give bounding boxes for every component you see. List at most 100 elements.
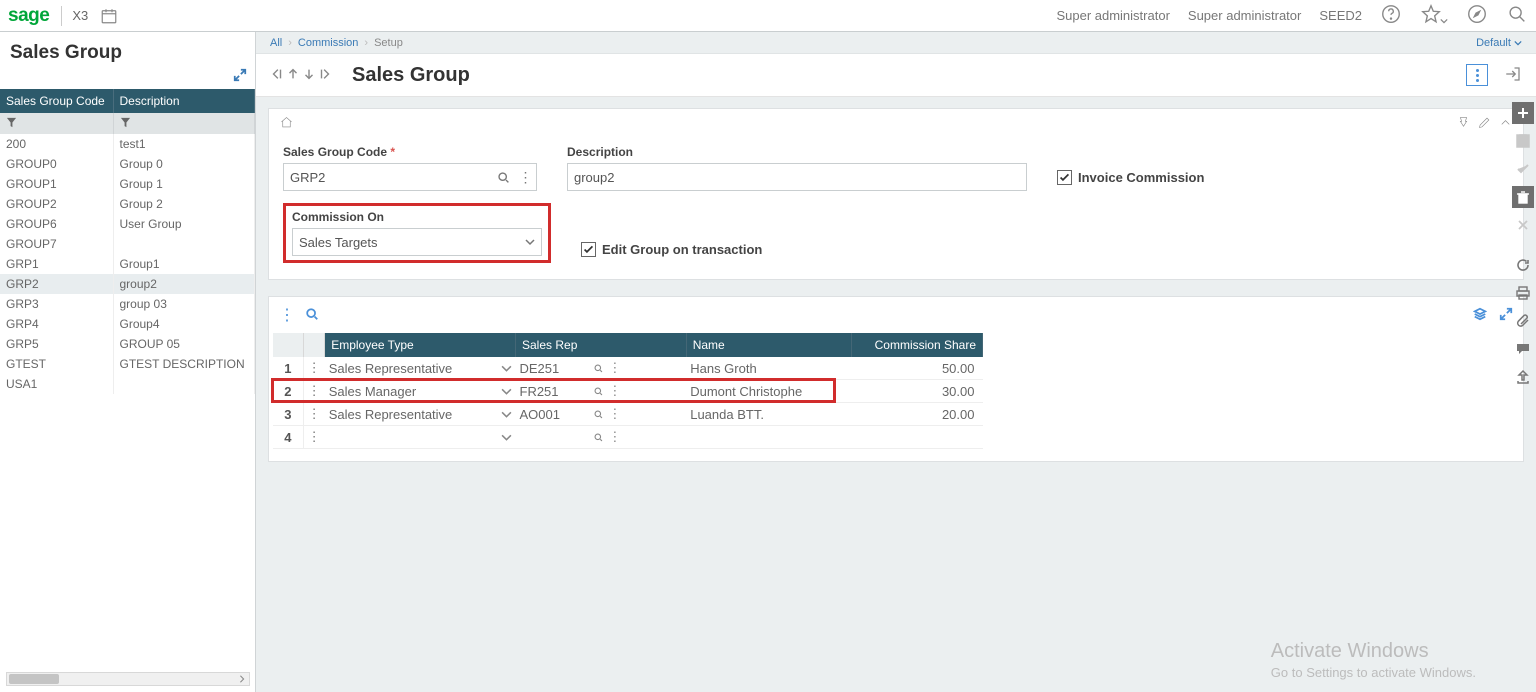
list-item[interactable]: GROUP7 [0, 234, 255, 254]
dock-delete-button[interactable] [1512, 186, 1534, 208]
crumb-setup: Setup [374, 37, 403, 49]
list-item[interactable]: GROUP6User Group [0, 214, 255, 234]
checkbox-icon[interactable] [581, 242, 596, 257]
dock-check-button [1512, 158, 1534, 180]
chevron-right-icon: › [288, 37, 292, 49]
page-title: Sales Group [352, 64, 470, 87]
col-share[interactable]: Commission Share [852, 333, 983, 357]
checkbox-icon[interactable] [1057, 170, 1072, 185]
topbar-right: Super administrator Super administrator … [1056, 3, 1528, 28]
left-panel: Sales Group Sales Group Code Description… [0, 32, 256, 692]
left-header-desc[interactable]: Description [113, 89, 255, 113]
close-icon[interactable] [1504, 65, 1522, 86]
description-field[interactable] [568, 170, 1026, 185]
dock-refresh-button[interactable] [1512, 254, 1534, 276]
dock-share-button[interactable] [1512, 366, 1534, 388]
row-menu-icon[interactable]: ⋮ [303, 380, 325, 403]
expand-icon[interactable] [233, 68, 247, 85]
list-item[interactable]: GTESTGTEST DESCRIPTION [0, 354, 255, 374]
table-row[interactable]: 3⋮Sales RepresentativeAO001⋮Luanda BTT.2… [273, 403, 983, 426]
windows-watermark: Activate Windows Go to Settings to activ… [1271, 640, 1476, 680]
table-row[interactable]: 4⋮⋮ [273, 426, 983, 449]
list-item[interactable]: GRP3group 03 [0, 294, 255, 314]
commission-on-field[interactable] [293, 235, 525, 250]
left-scrollbar[interactable] [6, 672, 250, 686]
form-card: Sales Group Code * ⋮ Description [268, 108, 1524, 280]
default-dropdown[interactable]: Default [1476, 37, 1522, 49]
breadcrumb: All › Commission › Setup Default [256, 32, 1536, 54]
label-commission-on: Commission On [292, 210, 542, 224]
list-item[interactable]: 200test1 [0, 134, 255, 154]
left-header-code[interactable]: Sales Group Code [0, 89, 113, 113]
col-emp-type[interactable]: Employee Type [325, 333, 516, 357]
row-menu-icon[interactable]: ⋮ [303, 426, 325, 449]
employee-grid: Employee Type Sales Rep Name Commission … [273, 333, 983, 449]
list-item[interactable]: GROUP2Group 2 [0, 194, 255, 214]
row-menu-icon[interactable]: ⋮ [303, 403, 325, 426]
list-item[interactable]: GRP1Group1 [0, 254, 255, 274]
row-menu-icon[interactable]: ⋮ [303, 357, 325, 380]
crumb-all[interactable]: All [270, 37, 282, 49]
home-icon[interactable] [279, 115, 294, 133]
col-name[interactable]: Name [686, 333, 852, 357]
list-item[interactable]: GRP2group2 [0, 274, 255, 294]
edit-group-checkbox[interactable]: Edit Group on transaction [581, 235, 762, 263]
edit-icon[interactable] [1477, 115, 1492, 133]
calendar-icon[interactable] [100, 7, 118, 25]
label-sales-group-code: Sales Group Code * [283, 145, 537, 159]
label-description: Description [567, 145, 1027, 159]
table-row[interactable]: 2⋮Sales ManagerFR251⋮Dumont Christophe30… [273, 380, 983, 403]
down-icon[interactable] [302, 67, 316, 84]
list-item[interactable]: GRP4Group4 [0, 314, 255, 334]
sales-group-code-input[interactable]: ⋮ [283, 163, 537, 191]
commission-on-highlight: Commission On [283, 203, 551, 263]
dock-save-button [1512, 130, 1534, 152]
dock-print-button[interactable] [1512, 282, 1534, 304]
up-icon[interactable] [286, 67, 300, 84]
invoice-commission-label: Invoice Commission [1078, 170, 1204, 185]
page-header: Sales Group [256, 54, 1536, 96]
user-link-2[interactable]: Super administrator [1188, 8, 1301, 23]
commission-on-select[interactable] [292, 228, 542, 256]
folder-link[interactable]: SEED2 [1319, 8, 1362, 23]
chevron-down-icon[interactable] [525, 235, 535, 250]
grid-search-icon[interactable] [305, 307, 319, 324]
dock-attach-button[interactable] [1512, 310, 1534, 332]
layers-icon[interactable] [1473, 307, 1487, 324]
compass-icon[interactable] [1466, 3, 1488, 28]
more-icon[interactable]: ⋮ [514, 169, 536, 186]
search-icon[interactable] [1506, 3, 1528, 28]
dock-cancel-button [1512, 214, 1534, 236]
filter-code[interactable] [0, 113, 113, 134]
filter-desc[interactable] [113, 113, 255, 134]
grid-card: ⋮ Employee Type Sales Rep [268, 296, 1524, 462]
crumb-commission[interactable]: Commission [298, 37, 359, 49]
actions-menu-button[interactable] [1466, 64, 1488, 86]
help-icon[interactable] [1380, 3, 1402, 28]
list-item[interactable]: GROUP1Group 1 [0, 174, 255, 194]
sales-group-code-field[interactable] [284, 170, 492, 185]
list-item[interactable]: USA1 [0, 374, 255, 394]
brand-logo: sage [8, 5, 49, 27]
table-row[interactable]: 1⋮Sales RepresentativeDE251⋮Hans Groth50… [273, 357, 983, 380]
col-sales-rep[interactable]: Sales Rep [516, 333, 687, 357]
left-panel-table: Sales Group Code Description 200test1GRO… [0, 89, 255, 394]
list-item[interactable]: GRP5GROUP 05 [0, 334, 255, 354]
invoice-commission-checkbox[interactable]: Invoice Commission [1057, 163, 1204, 191]
first-record-icon[interactable] [270, 67, 284, 84]
description-input[interactable] [567, 163, 1027, 191]
edit-group-label: Edit Group on transaction [602, 242, 762, 257]
grid-menu-icon[interactable]: ⋮ [279, 305, 293, 325]
chevron-right-icon: › [364, 37, 368, 49]
dock-comment-button[interactable] [1512, 338, 1534, 360]
lookup-icon[interactable] [492, 171, 514, 184]
right-dock [1510, 98, 1536, 388]
favorite-icon[interactable] [1420, 3, 1448, 28]
list-item[interactable]: GROUP0Group 0 [0, 154, 255, 174]
dock-new-button[interactable] [1512, 102, 1534, 124]
last-record-icon[interactable] [318, 67, 332, 84]
user-link-1[interactable]: Super administrator [1056, 8, 1169, 23]
main-area: All › Commission › Setup Default Sales G… [256, 32, 1536, 692]
pin-icon[interactable] [1456, 115, 1471, 133]
left-panel-title: Sales Group [0, 32, 255, 68]
